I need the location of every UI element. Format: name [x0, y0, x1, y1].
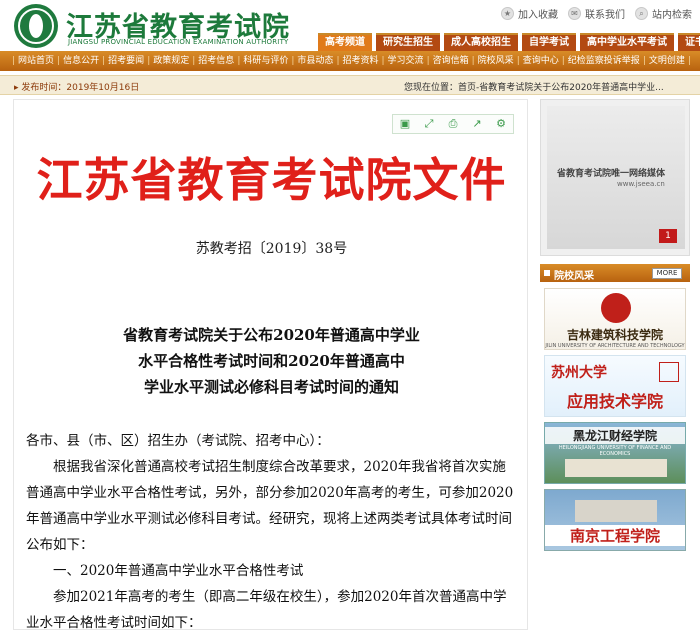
campus-building-image — [565, 459, 667, 477]
campus-building-image — [575, 500, 657, 522]
nav-item-policy[interactable]: 政策规定 — [150, 51, 192, 71]
fullscreen-icon[interactable]: ⤢ — [423, 118, 435, 130]
nav-item-info-disclosure[interactable]: 信息公开 — [60, 51, 102, 71]
contact-us-link[interactable]: ✉ 联系我们 — [568, 6, 625, 21]
campus-section-title: 院校风采 — [554, 271, 594, 282]
add-favorite-link[interactable]: ★ 加入收藏 — [501, 6, 558, 21]
breadcrumb[interactable]: 您现在位置：首页-省教育考试院关于公布2020年普通高中学业... — [404, 80, 694, 93]
article-body: 各市、县（市、区）招生办（考试院、招考中心）： 根据我省深化普通高校考试招生制度… — [26, 428, 518, 630]
more-button[interactable]: MORE — [652, 268, 682, 279]
university-emblem-icon — [601, 293, 631, 323]
share-icon[interactable]: ↗ — [471, 118, 483, 130]
doc-icon[interactable]: ▣ — [399, 118, 411, 130]
campus-name-en: JILIN UNIVERSITY OF ARCHITECTURE AND TEC… — [545, 343, 685, 349]
campus-card-jilin[interactable]: 吉林建筑科技学院 JILIN UNIVERSITY OF ARCHITECTUR… — [544, 288, 686, 350]
main-nav: | 网站首页 | 信息公开 | 招考要闻 | 政策规定 | 招考信息 | 科研与评价 | 市… — [0, 51, 700, 71]
document-number: 苏教考招〔2019〕38号 — [195, 241, 348, 257]
print-icon[interactable]: ⎙ — [447, 118, 459, 130]
article-content: ▣ ⤢ ⎙ ↗ ⚙ 江苏省教育考试院文件 苏教考招〔2019〕38号 省教育考试… — [13, 99, 528, 630]
nav-item-exam-info[interactable]: 招考信息 — [195, 51, 237, 71]
nav-item-home[interactable]: 网站首页 — [15, 51, 57, 71]
campus-card-heilongjiang[interactable]: 黑龙江财经学院 HEILONGJIANG UNIVERSITY OF FINAN… — [544, 422, 686, 484]
campus-card-suzhou[interactable]: 苏州大学 应用技术学院 — [544, 355, 686, 417]
nav-item-research[interactable]: 科研与评价 — [240, 51, 291, 71]
banner-url: www.jseea.cn — [617, 180, 665, 188]
tab-gaokao[interactable]: 高考频道 — [318, 33, 372, 51]
top-links: ★ 加入收藏 ✉ 联系我们 ⌕ 站内检索 — [501, 6, 692, 21]
document-title: 江苏省教育考试院文件 — [36, 153, 507, 207]
tab-self-study[interactable]: 自学考试 — [522, 33, 576, 51]
nav-item-complaint[interactable]: 纪检监察投诉举报 — [565, 51, 643, 71]
tab-certificate[interactable]: 证书考试 — [678, 33, 700, 51]
site-name-en: JIANGSU PROVINCIAL EDUCATION EXAMINATION… — [68, 38, 289, 46]
campus-card-nanjing[interactable]: 南京工程学院 — [544, 489, 686, 551]
campus-name: 南京工程学院 — [545, 525, 685, 546]
sidebar: 省教育考试院唯一网络媒体 www.jseea.cn 1 院校风采 MORE 吉林… — [540, 99, 690, 630]
tab-graduate[interactable]: 研究生招生 — [376, 33, 440, 51]
mail-icon: ✉ — [568, 7, 581, 20]
article-toolbar: ▣ ⤢ ⎙ ↗ ⚙ — [392, 114, 514, 134]
paragraph: 参加2021年高考的考生（即高二年级在校生），参加2020年首次普通高中学业水平… — [26, 589, 507, 630]
settings-icon[interactable]: ⚙ — [495, 118, 507, 130]
nav-item-civilization[interactable]: 文明创建 — [646, 51, 688, 71]
channel-tabs: 高考频道 研究生招生 成人高校招生 自学考试 高中学业水平考试 证书考试 — [318, 33, 700, 51]
tab-adult[interactable]: 成人高校招生 — [444, 33, 518, 51]
campus-name: 吉林建筑科技学院 — [566, 328, 663, 342]
campus-section-header: 院校风采 MORE — [540, 264, 690, 282]
nav-item-materials[interactable]: 招考资料 — [339, 51, 381, 71]
salutation: 各市、县（市、区）招生办（考试院、招考中心）： — [26, 433, 330, 449]
publish-date: ▸ 发布时间：2019年10月16日 — [14, 83, 140, 93]
search-icon: ⌕ — [635, 7, 648, 20]
star-icon: ★ — [501, 7, 514, 20]
nav-item-exchange[interactable]: 学习交流 — [385, 51, 427, 71]
campus-name: 应用技术学院 — [566, 392, 663, 411]
promo-banner[interactable]: 省教育考试院唯一网络媒体 www.jseea.cn 1 — [540, 99, 690, 256]
site-search-link[interactable]: ⌕ 站内检索 — [635, 6, 692, 21]
paragraph: 根据我省深化普通高校考试招生制度综合改革要求，2020年我省将首次实施普通高中学… — [26, 459, 514, 553]
banner-text: 省教育考试院唯一网络媒体 — [557, 169, 666, 179]
campus-brush-name: 苏州大学 — [551, 365, 607, 381]
nav-item-query[interactable]: 查询中心 — [520, 51, 562, 71]
bullet-icon — [544, 270, 550, 276]
banner-page-indicator[interactable]: 1 — [659, 229, 677, 243]
campus-name: 黑龙江财经学院 — [545, 427, 685, 444]
notice-title: 省教育考试院关于公布2020年普通高中学业 水平合格性考试时间和2020年普通高… — [123, 326, 420, 396]
campus-name-en: HEILONGJIANG UNIVERSITY OF FINANCE AND E… — [558, 445, 672, 457]
tab-academic-level[interactable]: 高中学业水平考试 — [580, 33, 674, 51]
nav-item-news[interactable]: 招考要闻 — [105, 51, 147, 71]
info-bar: ▸ 发布时间：2019年10月16日 您现在位置：首页-省教育考试院关于公布20… — [0, 75, 700, 95]
nav-item-campus[interactable]: 院校风采 — [475, 51, 517, 71]
section-heading: 一、2020年普通高中学业水平合格性考试 — [53, 563, 304, 579]
nav-item-mailbox[interactable]: 咨询信箱 — [430, 51, 472, 71]
seal-icon — [659, 362, 679, 382]
site-logo-icon[interactable] — [14, 4, 58, 48]
nav-item-city-news[interactable]: 市县动态 — [294, 51, 336, 71]
